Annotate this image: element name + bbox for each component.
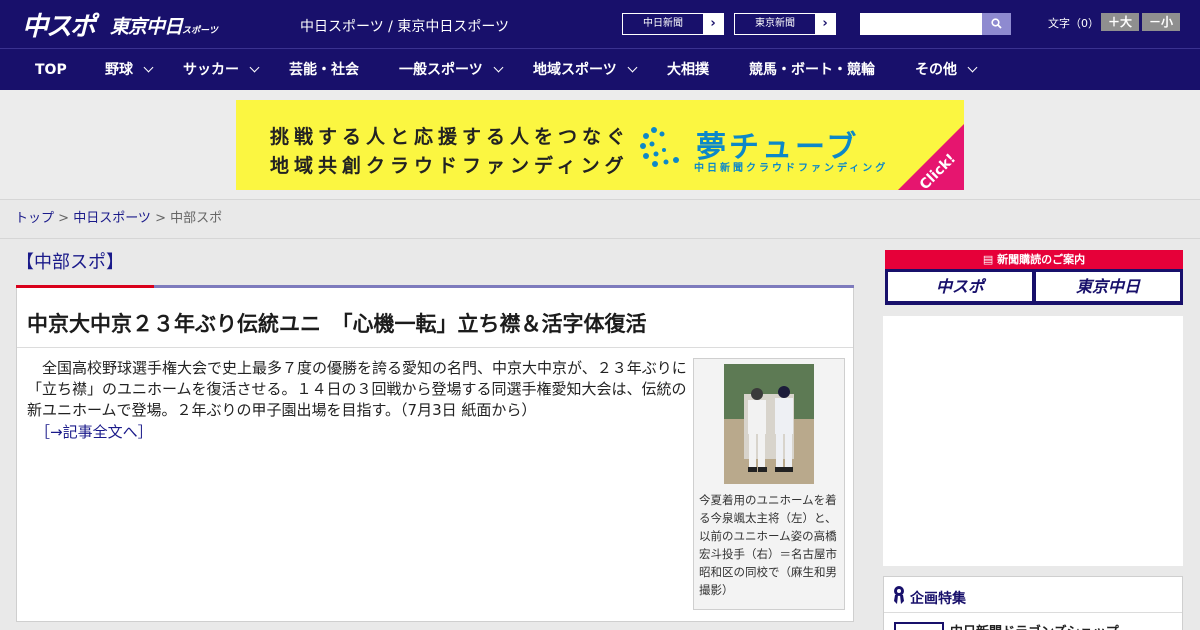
nav-item-local-sports[interactable]: 地域スポーツ xyxy=(533,49,638,91)
chuspo-logo[interactable]: 中スポ xyxy=(22,6,96,43)
photo-box: 今夏着用のユニホームを着る今泉颯太主将（左）と、以前のユニホーム姿の高橋宏斗投手… xyxy=(693,358,845,610)
newspaper-icon: ▤ xyxy=(982,253,998,266)
nav-item-baseball[interactable]: 野球 xyxy=(105,49,154,91)
feature-title: 企画特集 xyxy=(910,591,966,607)
feature-item-dragons-shop[interactable]: 中日新聞ドラゴンズショップ xyxy=(950,621,1119,630)
chunichi-shimbun-label: 中日新聞 xyxy=(623,14,703,34)
site-links[interactable]: 中日スポーツ / 東京中日スポーツ xyxy=(300,16,509,36)
breadcrumb: トップ > 中日スポーツ > 中部スポ xyxy=(0,201,1200,239)
players-photo-image xyxy=(724,364,814,484)
subscribe-tokyo-chunichi-button[interactable]: 東京中日 xyxy=(1036,272,1180,301)
search-icon xyxy=(991,18,1002,29)
article-card: 中京大中京２３年ぶり伝統ユニ 「心機一転」立ち襟＆活字体復活 全国高校野球選手権… xyxy=(16,288,854,622)
banner-subtitle: 中日新聞クラウドファンディング xyxy=(694,163,889,174)
chevron-down-icon xyxy=(627,62,638,73)
breadcrumb-home[interactable]: トップ xyxy=(15,211,54,226)
chevron-down-icon xyxy=(967,62,978,73)
article-body: 全国高校野球選手権大会で史上最多７度の優勝を誇る愛知の名門、中京大中京が、２３年… xyxy=(27,359,687,419)
subscription-header-label: 新聞購読のご案内 xyxy=(997,253,1086,266)
nav-label: 大相撲 xyxy=(667,62,709,78)
feature-thumbnail[interactable] xyxy=(894,622,944,630)
read-more-link[interactable]: ［→記事全文へ］ xyxy=(35,421,153,442)
font-size-label: 文字（0） xyxy=(1048,17,1099,30)
ribbon-icon xyxy=(894,586,904,604)
feature-header: 企画特集 xyxy=(884,577,1182,613)
nav-item-top[interactable]: TOP xyxy=(35,49,67,91)
banner-line1: 挑戦する人と応援する人をつなぐ xyxy=(270,126,631,148)
nav-item-sumo[interactable]: 大相撲 xyxy=(667,49,709,91)
tokyo-shimbun-button[interactable]: 東京新聞 › xyxy=(734,13,836,35)
nav-item-racing[interactable]: 競馬・ボート・競輪 xyxy=(749,49,875,91)
nav-label: TOP xyxy=(35,62,67,78)
banner-line2: 地域共創クラウドファンディング xyxy=(270,155,629,177)
font-smaller-button[interactable]: －小 xyxy=(1142,13,1180,31)
nav-label: その他 xyxy=(915,62,957,78)
subscription-box: ▤ 新聞購読のご案内 中スポ 東京中日 xyxy=(885,250,1183,305)
main-nav: TOP 野球 サッカー 芸能・社会 一般スポーツ 地域スポーツ 大相撲 競馬・ボ… xyxy=(0,48,1200,90)
breadcrumb-current: 中部スポ xyxy=(170,211,223,226)
tokyo-logo-text: 東京中日 xyxy=(110,16,183,38)
chevron-right-icon: › xyxy=(710,16,716,31)
chevron-down-icon xyxy=(143,62,154,73)
chevron-down-icon xyxy=(249,62,260,73)
nav-label: サッカー xyxy=(183,62,239,78)
nav-label: 地域スポーツ xyxy=(533,62,617,78)
nav-item-other[interactable]: その他 xyxy=(915,49,978,91)
feature-box: 企画特集 中日新聞ドラゴンズショップ xyxy=(883,576,1183,630)
chevron-right-icon: › xyxy=(822,16,828,31)
nav-label: 芸能・社会 xyxy=(289,62,359,78)
breadcrumb-sep: > xyxy=(54,211,74,226)
photo-caption: 今夏着用のユニホームを着る今泉颯太主将（左）と、以前のユニホーム姿の高橋宏斗投手… xyxy=(699,493,837,597)
crowdfunding-banner[interactable]: 挑戦する人と応援する人をつなぐ 地域共創クラウドファンディング 夢チューブ 中日… xyxy=(236,100,964,190)
nav-label: 野球 xyxy=(105,62,133,78)
tokyo-logo-sub: スポーツ xyxy=(182,26,218,36)
article-title[interactable]: 中京大中京２３年ぶり伝統ユニ 「心機一転」立ち襟＆活字体復活 xyxy=(27,308,647,338)
font-bigger-button[interactable]: ＋大 xyxy=(1101,13,1139,31)
breadcrumb-sep: > xyxy=(150,211,171,226)
nav-item-entertainment[interactable]: 芸能・社会 xyxy=(289,49,359,91)
breadcrumb-chunichi-sports[interactable]: 中日スポーツ xyxy=(73,211,151,226)
nav-label: 一般スポーツ xyxy=(399,62,483,78)
section-title: 【中部スポ】 xyxy=(16,252,124,273)
nav-label: 競馬・ボート・競輪 xyxy=(749,62,875,78)
subscribe-chuspo-button[interactable]: 中スポ xyxy=(888,272,1032,301)
search-button[interactable] xyxy=(982,13,1011,35)
article-photo[interactable] xyxy=(724,364,814,484)
banner-area: 挑戦する人と応援する人をつなぐ 地域共創クラウドファンディング 夢チューブ 中日… xyxy=(0,90,1200,200)
tokyo-chunichi-logo[interactable]: 東京中日スポーツ xyxy=(110,12,218,39)
nav-item-soccer[interactable]: サッカー xyxy=(183,49,260,91)
tokyo-shimbun-label: 東京新聞 xyxy=(735,14,815,34)
chevron-down-icon xyxy=(493,62,504,73)
nav-item-general-sports[interactable]: 一般スポーツ xyxy=(399,49,504,91)
subscription-header[interactable]: ▤ 新聞購読のご案内 xyxy=(885,250,1183,269)
dots-logo-icon xyxy=(640,127,679,167)
search-input[interactable] xyxy=(860,13,982,35)
article-divider xyxy=(17,347,853,348)
ad-slot xyxy=(883,316,1183,566)
chunichi-shimbun-button[interactable]: 中日新聞 › xyxy=(622,13,724,35)
site-header: 中スポ 東京中日スポーツ 中日スポーツ / 東京中日スポーツ 中日新聞 › 東京… xyxy=(0,0,1200,48)
